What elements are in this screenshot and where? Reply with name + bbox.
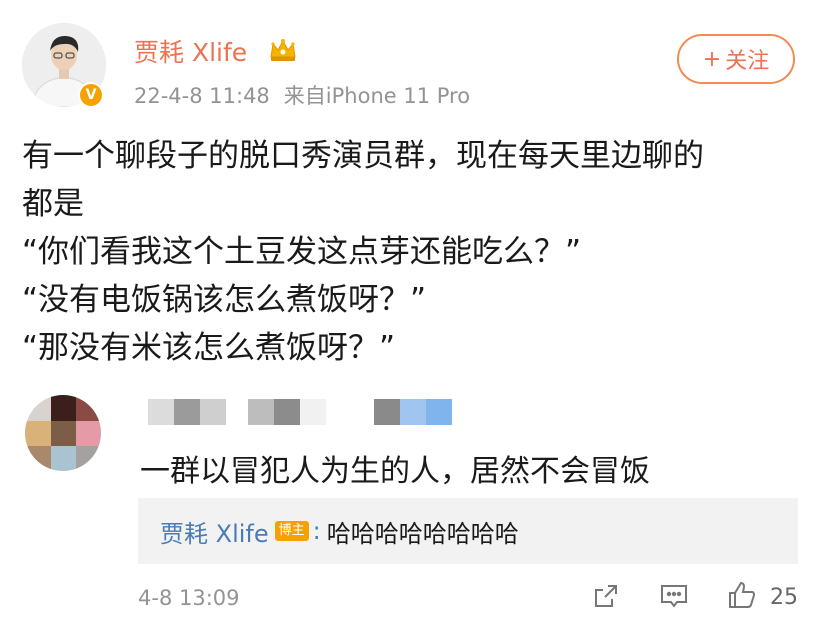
plus-icon: +	[702, 46, 722, 72]
commenter-avatar[interactable]	[25, 395, 101, 471]
post-line: “你们看我这个土豆发这点芽还能吃么？”	[22, 234, 582, 270]
reply-text: 哈哈哈哈哈哈哈哈	[326, 519, 519, 548]
crown-icon	[268, 37, 298, 67]
reply-preview[interactable]: 贾耗 Xlife 博主 : 哈哈哈哈哈哈哈哈	[138, 498, 798, 564]
like-icon[interactable]	[726, 579, 758, 615]
reply-author[interactable]: 贾耗 Xlife	[160, 514, 269, 549]
post-line: “没有电饭锅该怎么煮饭呀？”	[22, 282, 427, 318]
verified-badge-icon: V	[78, 82, 104, 108]
post-body: 有一个聊段子的脱口秀演员群，现在每天里边聊的 都是 “你们看我这个土豆发这点芽还…	[22, 132, 802, 372]
comment-icon[interactable]	[659, 582, 689, 614]
author-name[interactable]: 贾耗 Xlife	[134, 33, 247, 69]
like-count: 25	[770, 585, 798, 610]
follow-label: 关注	[725, 49, 770, 74]
post-meta: 22-4-8 11:48 来自iPhone 11 Pro	[134, 80, 470, 110]
follow-button[interactable]: + 关注	[677, 34, 795, 84]
comment-time: 4-8 13:09	[138, 586, 240, 610]
commenter-name-redacted[interactable]	[148, 399, 458, 429]
post-source: 来自iPhone 11 Pro	[283, 84, 471, 108]
comment-text: 一群以冒犯人为生的人，居然不会冒饭	[140, 454, 650, 489]
post-line: 有一个聊段子的脱口秀演员群，现在每天里边聊的	[22, 138, 704, 174]
post-line: “那没有米该怎么煮饭呀？”	[22, 330, 396, 366]
reply-separator: :	[312, 517, 321, 545]
share-icon[interactable]	[592, 582, 620, 614]
post-line: 都是	[22, 186, 84, 222]
post-time: 22-4-8 11:48	[134, 84, 270, 108]
host-badge: 博主	[274, 521, 309, 541]
